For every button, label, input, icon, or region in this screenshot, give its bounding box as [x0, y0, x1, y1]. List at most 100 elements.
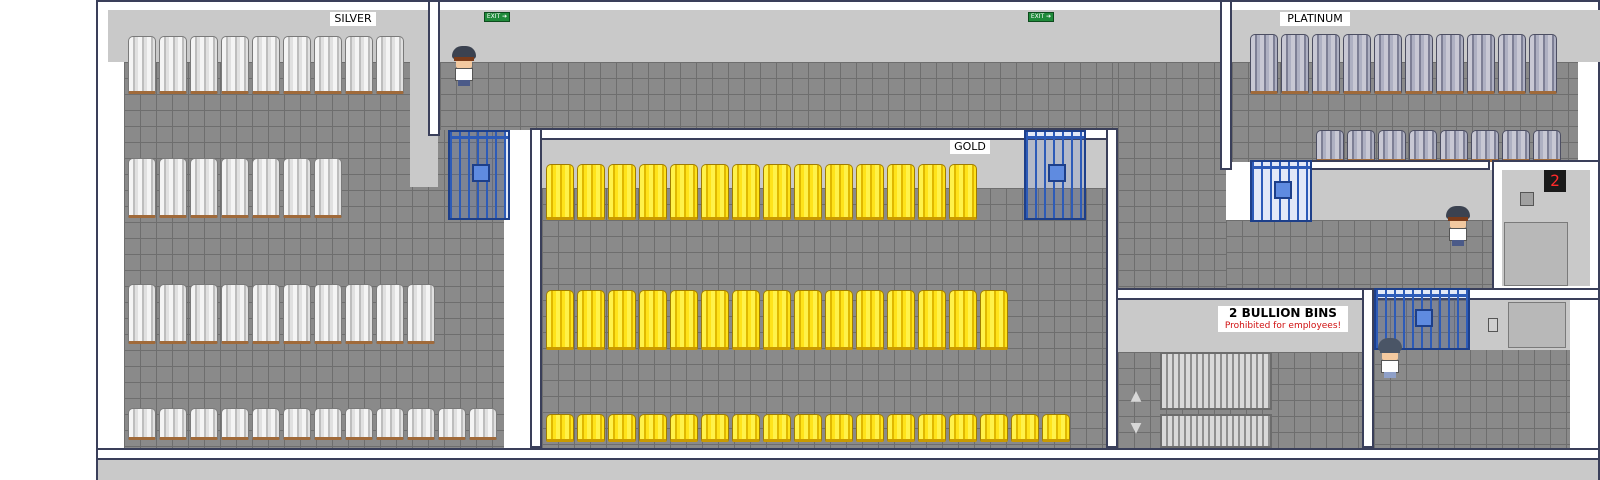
bins-room-sign-subtitle: Prohibited for employees! [1218, 320, 1348, 332]
gold-bar [608, 164, 636, 220]
player-character[interactable] [1376, 338, 1404, 378]
silver-bar [438, 408, 466, 440]
platinum-bar [1436, 34, 1464, 94]
gold-bar [949, 414, 977, 442]
silver-bar [376, 36, 404, 94]
silver-bar [252, 158, 280, 218]
gold-bar [825, 414, 853, 442]
platinum-shelf-row-1 [1250, 34, 1560, 94]
silver-bar [345, 284, 373, 344]
silver-bar [314, 408, 342, 440]
platinum-bar [1467, 34, 1495, 94]
gold-bar [794, 414, 822, 442]
gold-bar [608, 290, 636, 350]
gold-bar [732, 414, 760, 442]
gold-bar [825, 164, 853, 220]
silver-bar [159, 284, 187, 344]
exit-sign: EXIT ➔ [484, 12, 510, 22]
silver-bar [128, 408, 156, 440]
platinum-bar [1343, 34, 1371, 94]
platinum-bar [1409, 130, 1437, 162]
gold-room-left-wall [530, 128, 542, 448]
silver-bar [190, 36, 218, 94]
stairs-down-icon[interactable]: ▼ [1128, 420, 1144, 436]
security-gate-silver[interactable] [448, 130, 510, 220]
bottom-wall [96, 448, 1600, 460]
stairs-up-icon[interactable]: ▲ [1128, 388, 1144, 404]
gold-bar [887, 414, 915, 442]
gold-bar [639, 290, 667, 350]
gold-bar [918, 290, 946, 350]
silver-bar [221, 284, 249, 344]
platinum-bar [1440, 130, 1468, 162]
bullion-bin-upper[interactable] [1160, 352, 1272, 410]
platinum-bar [1529, 34, 1557, 94]
corridor-floor [440, 62, 1220, 130]
silver-bar [407, 408, 435, 440]
gold-shelf-row-3 [546, 414, 1073, 442]
elevator-door[interactable] [1504, 222, 1568, 286]
bins-room-right-wall [1362, 288, 1374, 448]
gold-bar [856, 414, 884, 442]
exit-sign: EXIT ➔ [1028, 12, 1054, 22]
gold-bar [763, 414, 791, 442]
guard-npc-elevator[interactable] [1444, 206, 1472, 246]
gold-bar [825, 290, 853, 350]
silver-bar [469, 408, 497, 440]
platinum-bar [1312, 34, 1340, 94]
bullion-bin-lower[interactable] [1160, 414, 1272, 448]
silver-bar [314, 36, 342, 94]
platinum-bar [1281, 34, 1309, 94]
gold-bar [732, 164, 760, 220]
silver-bar [190, 284, 218, 344]
security-gate-platinum[interactable] [1250, 160, 1312, 222]
platinum-room-bottom-wall [1310, 160, 1490, 170]
gold-bar [732, 290, 760, 350]
silver-bar [190, 158, 218, 218]
gold-bar [670, 290, 698, 350]
silver-bar [376, 284, 404, 344]
platinum-room-left-wall [1220, 0, 1232, 170]
platinum-bar [1405, 34, 1433, 94]
gold-bar [577, 164, 605, 220]
silver-room-sign: SILVER [330, 12, 376, 26]
gold-bar [763, 290, 791, 350]
security-gate-gold[interactable] [1024, 130, 1086, 220]
elevator-floor-display: 2 [1544, 170, 1566, 192]
guard-npc-corridor[interactable] [450, 46, 478, 86]
silver-bar [407, 284, 435, 344]
silver-bar [128, 158, 156, 218]
gold-bar [639, 414, 667, 442]
silver-bar [128, 36, 156, 94]
gold-shelf-row-2 [546, 290, 1011, 350]
gold-bar [670, 164, 698, 220]
right-corridor-floor [1118, 62, 1226, 290]
silver-bar [159, 408, 187, 440]
platinum-bar [1533, 130, 1561, 162]
corridor-back-wall [440, 10, 1220, 62]
silver-shelf-row-2 [128, 158, 345, 218]
silver-bar [345, 408, 373, 440]
silver-bar [252, 36, 280, 94]
gold-bar [918, 414, 946, 442]
bottom-floor-strip [98, 460, 1598, 480]
silver-bar [159, 36, 187, 94]
lower-elevator-button[interactable] [1488, 318, 1498, 332]
gold-bar [794, 164, 822, 220]
lower-elevator-door[interactable] [1508, 302, 1566, 348]
gold-bar [608, 414, 636, 442]
silver-bar [314, 284, 342, 344]
gold-bar [546, 290, 574, 350]
gold-bar [577, 414, 605, 442]
silver-bar [221, 408, 249, 440]
gold-bar [856, 164, 884, 220]
platinum-bar [1471, 130, 1499, 162]
platinum-bar [1374, 34, 1402, 94]
gold-bar [701, 164, 729, 220]
silver-bar [221, 158, 249, 218]
silver-bar [314, 158, 342, 218]
silver-bar [221, 36, 249, 94]
gold-bar [1042, 414, 1070, 442]
silver-bar [283, 284, 311, 344]
elevator-panel-button[interactable] [1520, 192, 1534, 206]
